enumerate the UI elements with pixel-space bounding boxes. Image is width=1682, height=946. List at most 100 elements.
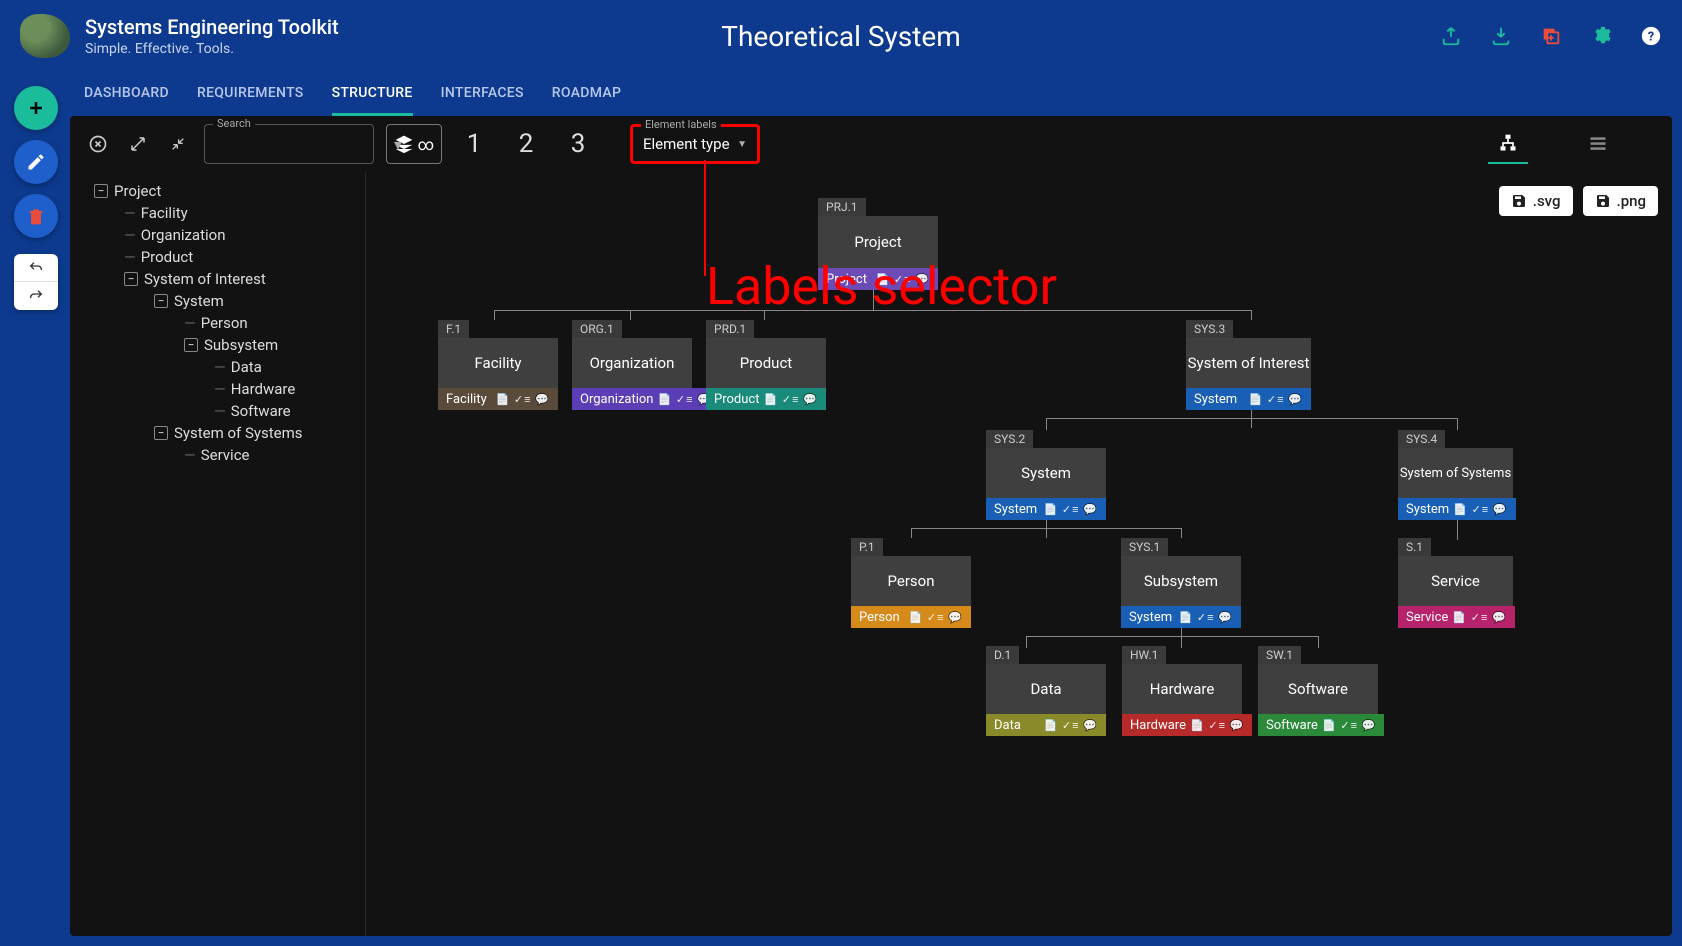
list-view-toggle[interactable] xyxy=(1578,124,1618,164)
tab-requirements[interactable]: REQUIREMENTS xyxy=(197,72,304,116)
edit-button[interactable] xyxy=(14,140,58,184)
tree-item-sos[interactable]: −System of Systems xyxy=(80,422,355,444)
node-type: Person xyxy=(859,610,900,625)
node-icons: 📄 ✓≡ 💬 xyxy=(764,393,819,406)
node-type: System xyxy=(1194,392,1237,407)
node-data[interactable]: D.1 Data Data📄 ✓≡ 💬 xyxy=(986,646,1106,736)
expand-icon[interactable] xyxy=(124,130,152,158)
node-title: Data xyxy=(986,664,1106,714)
tree-item-data[interactable]: —Data xyxy=(80,356,355,378)
node-title: System of Systems xyxy=(1398,448,1513,498)
node-icons: 📄 ✓≡ 💬 xyxy=(1452,611,1507,624)
node-type: Product xyxy=(714,392,759,407)
download-icon[interactable] xyxy=(1490,25,1512,47)
tree-item-facility[interactable]: —Facility xyxy=(80,202,355,224)
add-button[interactable] xyxy=(14,86,58,130)
redo-button[interactable] xyxy=(14,282,58,310)
export-png-button[interactable]: .png xyxy=(1583,186,1658,216)
help-icon[interactable]: ? xyxy=(1640,25,1662,47)
node-title: Subsystem xyxy=(1121,556,1241,606)
chevron-down-icon: ▼ xyxy=(737,139,747,150)
node-icons: 📄 ✓≡ 💬 xyxy=(496,393,551,406)
save-icon xyxy=(1511,193,1527,209)
node-service[interactable]: S.1 Service Service📄 ✓≡ 💬 xyxy=(1398,538,1515,628)
tab-interfaces[interactable]: INTERFACES xyxy=(441,72,524,116)
tree-item-product[interactable]: —Product xyxy=(80,246,355,268)
undo-button[interactable] xyxy=(14,254,58,282)
search-input[interactable]: Search ▾ xyxy=(204,124,374,164)
tree-item-organization[interactable]: —Organization xyxy=(80,224,355,246)
app-logo xyxy=(20,14,70,58)
tree-view-toggle[interactable] xyxy=(1488,124,1528,164)
node-system-of-interest[interactable]: SYS.3 System of Interest System 📄 ✓≡ 💬 xyxy=(1186,320,1311,410)
node-icons: 📄 ✓≡ 💬 xyxy=(1322,719,1377,732)
labels-selector-value: Element type xyxy=(643,135,730,153)
delete-button[interactable] xyxy=(14,194,58,238)
node-tag: P.1 xyxy=(851,538,883,556)
depth-1[interactable]: 1 xyxy=(454,129,494,159)
node-tag: PRJ.1 xyxy=(818,198,866,216)
node-icons: 📄 ✓≡ 💬 xyxy=(1044,719,1099,732)
node-software[interactable]: SW.1 Software Software📄 ✓≡ 💬 xyxy=(1258,646,1384,736)
labels-selector[interactable]: Element labels Element type ▼ xyxy=(630,124,760,164)
node-product[interactable]: PRD.1 Product Product📄 ✓≡ 💬 xyxy=(706,320,826,410)
tab-dashboard[interactable]: DASHBOARD xyxy=(84,72,169,116)
node-tag: HW.1 xyxy=(1122,646,1166,664)
node-icons: 📄 ✓≡ 💬 xyxy=(1249,393,1304,406)
upload-icon[interactable] xyxy=(1440,25,1462,47)
depth-2[interactable]: 2 xyxy=(506,129,546,159)
tree-item-subsystem[interactable]: −Subsystem xyxy=(80,334,355,356)
node-title: Product xyxy=(706,338,826,388)
node-icons: 📄 ✓≡ 💬 xyxy=(1453,503,1508,516)
page-title: Theoretical System xyxy=(721,20,961,53)
node-type: Hardware xyxy=(1130,718,1186,733)
node-system[interactable]: SYS.2 System System📄 ✓≡ 💬 xyxy=(986,430,1106,520)
node-tag: SYS.3 xyxy=(1186,320,1233,338)
tree-item-project[interactable]: −Project xyxy=(80,180,355,202)
node-type: Organization xyxy=(580,392,653,407)
close-circle-icon[interactable] xyxy=(84,130,112,158)
tree-item-system[interactable]: −System xyxy=(80,290,355,312)
tree-item-service[interactable]: —Service xyxy=(80,444,355,466)
node-title: Person xyxy=(851,556,971,606)
depth-3[interactable]: 3 xyxy=(558,129,598,159)
node-icons: 📄 ✓≡ 💬 xyxy=(657,393,712,406)
search-label: Search xyxy=(213,117,255,130)
hierarchy-icon xyxy=(1498,133,1518,153)
save-icon xyxy=(1595,193,1611,209)
svg-text:?: ? xyxy=(1648,30,1654,45)
node-title: Software xyxy=(1258,664,1378,714)
infinity-icon: ∞ xyxy=(418,135,434,154)
node-tag: F.1 xyxy=(438,320,469,338)
node-facility[interactable]: F.1 Facility Facility📄 ✓≡ 💬 xyxy=(438,320,558,410)
node-type: System xyxy=(1406,502,1449,517)
tree-item-software[interactable]: —Software xyxy=(80,400,355,422)
structure-tree: −Project —Facility —Organization —Produc… xyxy=(70,172,366,936)
tab-roadmap[interactable]: ROADMAP xyxy=(552,72,621,116)
chevron-down-icon[interactable]: ▾ xyxy=(394,135,402,154)
node-tag: S.1 xyxy=(1398,538,1431,556)
tab-structure[interactable]: STRUCTURE xyxy=(332,72,413,116)
tree-item-soi[interactable]: −System of Interest xyxy=(80,268,355,290)
node-icons: 📄 ✓≡ 💬 xyxy=(1044,503,1099,516)
node-icons: 📄 ✓≡ 💬 xyxy=(1179,611,1234,624)
duplicate-icon[interactable] xyxy=(1540,25,1562,47)
node-icons: 📄 ✓≡ 💬 xyxy=(1190,719,1245,732)
collapse-icon[interactable] xyxy=(164,130,192,158)
node-system-of-systems[interactable]: SYS.4 System of Systems System📄 ✓≡ 💬 xyxy=(1398,430,1516,520)
settings-gear-icon[interactable] xyxy=(1590,25,1612,47)
list-icon xyxy=(1588,134,1608,154)
node-type: Software xyxy=(1266,718,1318,733)
tree-item-hardware[interactable]: —Hardware xyxy=(80,378,355,400)
export-svg-button[interactable]: .svg xyxy=(1499,186,1573,216)
node-subsystem[interactable]: SYS.1 Subsystem System📄 ✓≡ 💬 xyxy=(1121,538,1241,628)
node-title: System of Interest xyxy=(1186,338,1311,388)
app-title: Systems Engineering Toolkit xyxy=(85,15,339,39)
node-organization[interactable]: ORG.1 Organization Organization📄 ✓≡ 💬 xyxy=(572,320,720,410)
node-tag: ORG.1 xyxy=(572,320,622,338)
node-person[interactable]: P.1 Person Person📄 ✓≡ 💬 xyxy=(851,538,971,628)
node-hardware[interactable]: HW.1 Hardware Hardware 📄 ✓≡ 💬 xyxy=(1122,646,1252,736)
search-field[interactable] xyxy=(213,136,394,152)
tree-item-person[interactable]: —Person xyxy=(80,312,355,334)
node-title: Hardware xyxy=(1122,664,1242,714)
